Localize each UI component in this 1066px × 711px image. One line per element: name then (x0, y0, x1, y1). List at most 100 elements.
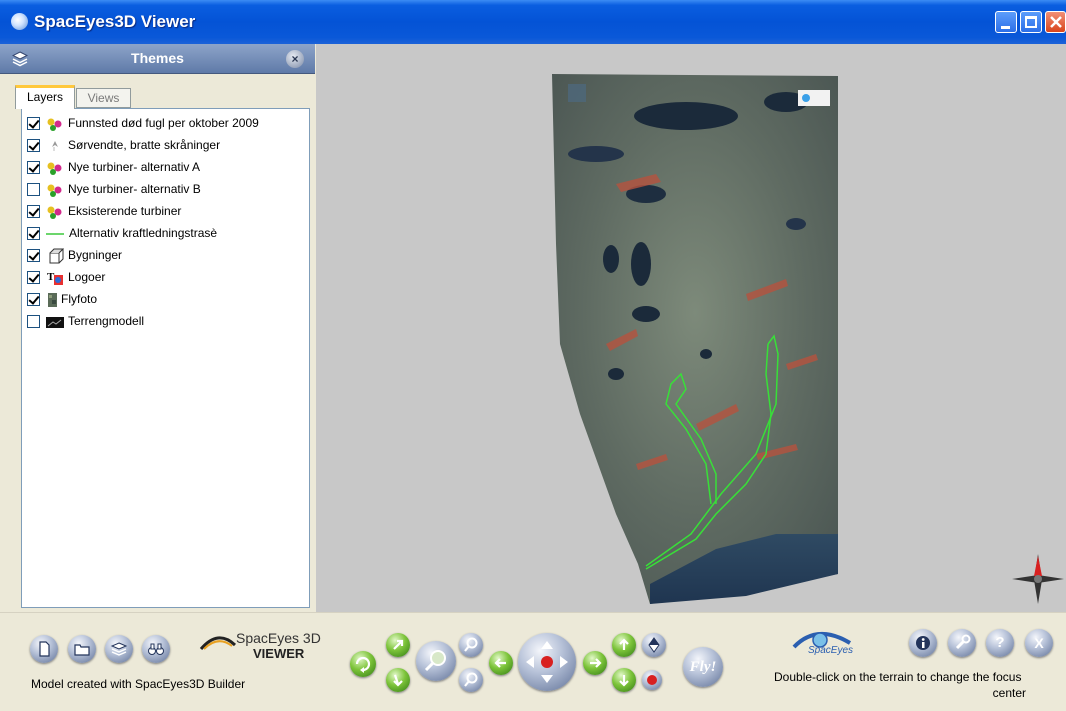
arrow-right-icon (590, 658, 602, 668)
layer-row[interactable]: Terrengmodell (25, 311, 305, 333)
layer-label: Terrengmodell (68, 314, 145, 328)
layer-label: Flyfoto (61, 292, 98, 306)
fly-button[interactable]: Fly! (683, 647, 723, 687)
building-icon (49, 248, 64, 264)
compass-icon[interactable] (1012, 554, 1064, 604)
settings-button[interactable] (948, 629, 976, 657)
app-window: SpacEyes3D Viewer Themes × Layers Views … (0, 0, 1066, 711)
themes-title: Themes (131, 50, 184, 66)
arrow-left-icon (494, 658, 506, 668)
layer-checkbox[interactable] (27, 183, 40, 196)
logo-layer-icon: T (47, 271, 63, 285)
info-button[interactable] (909, 629, 937, 657)
brand-name: SpacEyes 3D (236, 630, 321, 646)
arrow-down-icon (619, 675, 629, 687)
tilt-up-button[interactable] (612, 633, 636, 657)
layer-row[interactable]: T Logoer (25, 267, 305, 289)
aerial-terrain-view[interactable] (316, 44, 1066, 612)
record-button[interactable] (642, 670, 662, 690)
search-button[interactable] (142, 635, 170, 663)
layer-label: Nye turbiner- alternativ B (68, 182, 201, 196)
pan-control[interactable] (518, 633, 576, 691)
exit-button[interactable]: X (1025, 629, 1053, 657)
spaceyes-logo-text: SpacEyes (808, 645, 854, 656)
brand-subtitle: VIEWER (253, 646, 305, 661)
close-icon (1050, 16, 1062, 28)
title-bar[interactable]: SpacEyes3D Viewer (0, 0, 1066, 44)
north-button[interactable] (642, 633, 666, 657)
arrow-up-right-icon (393, 639, 404, 650)
zoom-out-button[interactable] (459, 668, 483, 692)
layer-label: Alternativ kraftledningstrasè (69, 226, 218, 240)
layer-row[interactable]: Nye turbiner- alternativ A (25, 157, 305, 179)
spaceyes-swoosh-icon (199, 636, 237, 650)
compass-diamond-icon (648, 637, 660, 653)
layer-row[interactable]: Eksisterende turbiner (25, 201, 305, 223)
themes-header: Themes × (0, 44, 315, 74)
maximize-button[interactable] (1020, 11, 1042, 33)
point-symbols-icon (47, 184, 62, 197)
refresh-icon (355, 656, 371, 673)
point-symbols-icon (47, 162, 62, 175)
tab-layers[interactable]: Layers (15, 85, 75, 109)
layer-checkbox[interactable] (27, 249, 40, 262)
layer-checkbox[interactable] (27, 315, 40, 328)
close-icon: × (291, 52, 299, 66)
layer-row[interactable]: Alternativ kraftledningstrasè (25, 223, 305, 245)
point-symbols-icon (47, 206, 62, 219)
focus-hint: Double-click on the terrain to change th… (774, 669, 1040, 701)
layer-row[interactable]: Sørvendte, bratte skråninger (25, 135, 305, 157)
layers-button[interactable] (105, 635, 133, 663)
layer-checkbox[interactable] (27, 271, 40, 284)
zoom-center-button[interactable] (416, 641, 456, 681)
refresh-button[interactable] (350, 651, 376, 677)
layer-checkbox[interactable] (27, 117, 40, 130)
layer-row[interactable]: Funnsted død fugl per oktober 2009 (25, 113, 305, 135)
layer-checkbox[interactable] (27, 161, 40, 174)
magnifier-icon (424, 650, 446, 672)
minimize-button[interactable] (995, 11, 1017, 33)
close-button[interactable] (1045, 11, 1066, 33)
tab-views[interactable]: Views (76, 88, 131, 108)
zoom-in-icon (464, 637, 478, 652)
layer-checkbox[interactable] (27, 139, 40, 152)
pan-arrows-icon (526, 641, 568, 683)
new-button[interactable] (30, 635, 58, 663)
zoom-in-button[interactable] (459, 633, 483, 657)
layer-checkbox[interactable] (27, 293, 40, 306)
layer-label: Nye turbiner- alternativ A (68, 160, 201, 174)
point-symbols-icon (47, 118, 62, 131)
rotate-up-left-button[interactable] (386, 633, 410, 657)
layer-label: Logoer (68, 270, 106, 284)
layer-row[interactable]: Flyfoto (25, 289, 305, 311)
turn-right-button[interactable] (583, 651, 607, 675)
info-icon (916, 636, 930, 650)
help-button[interactable]: ? (986, 629, 1014, 657)
layer-row[interactable]: Bygninger (25, 245, 305, 267)
map-viewport[interactable] (316, 44, 1066, 612)
rotate-down-left-button[interactable] (386, 668, 410, 692)
layer-row[interactable]: Nye turbiner- alternativ B (25, 179, 305, 201)
layer-label: Bygninger (68, 248, 123, 262)
layer-checkbox[interactable] (27, 227, 40, 240)
close-icon: X (1034, 635, 1044, 651)
layer-checkbox[interactable] (27, 205, 40, 218)
layer-label: Sørvendte, bratte skråninger (68, 138, 221, 152)
folder-icon (74, 644, 90, 656)
arrow-up-icon (619, 638, 629, 650)
help-icon: ? (995, 634, 1005, 651)
hint-line-2: center (992, 686, 1026, 700)
turn-left-button[interactable] (489, 651, 513, 675)
tilt-down-button[interactable] (612, 668, 636, 692)
themes-close-button[interactable]: × (286, 50, 304, 68)
layer-list: Funnsted død fugl per oktober 2009 Sørve… (21, 108, 310, 608)
zoom-out-icon (464, 672, 478, 687)
new-document-icon (39, 641, 50, 657)
open-button[interactable] (68, 635, 96, 663)
hint-line-1: Double-click on the terrain to change th… (774, 670, 1022, 684)
green-line-icon (46, 233, 64, 235)
fly-label: Fly! (689, 659, 717, 675)
terrain-icon (46, 317, 64, 328)
window-title: SpacEyes3D Viewer (34, 12, 196, 31)
layer-label: Eksisterende turbiner (68, 204, 182, 218)
